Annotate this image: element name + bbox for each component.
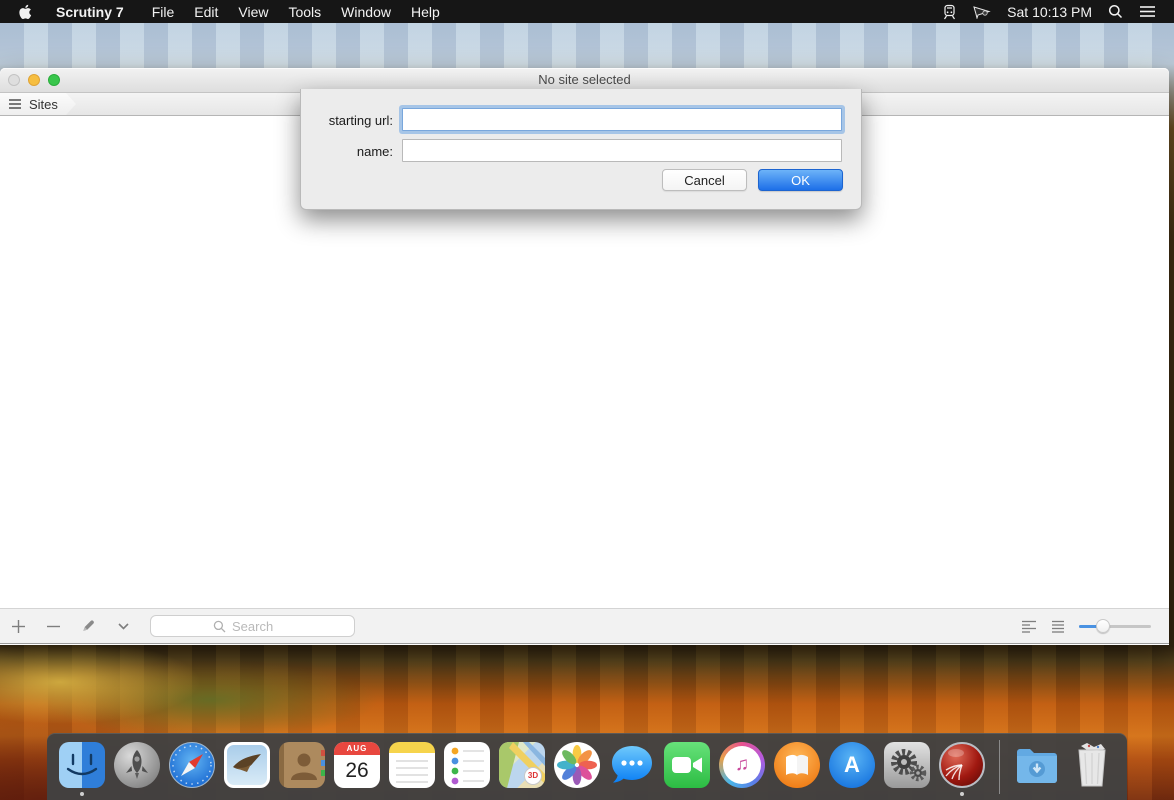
dock-item-downloads[interactable] — [1014, 742, 1060, 792]
contacts-icon — [279, 742, 325, 788]
list-menu-icon — [9, 99, 21, 109]
itunes-note-glyph: ♫ — [723, 746, 761, 784]
close-button[interactable] — [8, 74, 20, 86]
dock-item-reminders[interactable] — [444, 742, 490, 792]
safari-icon — [169, 742, 215, 788]
app-store-icon: A — [829, 742, 875, 788]
apple-menu-icon[interactable] — [18, 4, 32, 20]
ibooks-icon — [774, 742, 820, 788]
calendar-day: 26 — [334, 755, 380, 786]
dock-item-facetime[interactable] — [664, 742, 710, 792]
itunes-icon: ♫ — [719, 742, 765, 788]
menu-edit[interactable]: Edit — [184, 4, 228, 20]
minimize-button[interactable] — [28, 74, 40, 86]
dock-item-notes[interactable] — [389, 742, 435, 792]
row-size-small-icon[interactable] — [1021, 620, 1037, 633]
slider-knob[interactable] — [1096, 619, 1110, 633]
menu-help[interactable]: Help — [401, 4, 450, 20]
trash-icon — [1069, 742, 1115, 788]
train-icon[interactable] — [942, 4, 957, 20]
paper-plane-icon[interactable] — [973, 4, 991, 19]
starting-url-input[interactable] — [403, 109, 841, 130]
dock-item-calendar[interactable]: AUG 26 — [334, 742, 380, 792]
menu-window[interactable]: Window — [331, 4, 401, 20]
facetime-icon — [664, 742, 710, 788]
finder-icon — [59, 742, 105, 788]
ok-button[interactable]: OK — [758, 169, 843, 191]
menu-bar-clock[interactable]: Sat 10:13 PM — [1007, 4, 1092, 20]
menu-bar: Scrutiny 7 File Edit View Tools Window H… — [0, 0, 1174, 23]
dock-item-launchpad[interactable] — [114, 742, 160, 792]
spotlight-search-icon[interactable] — [1108, 4, 1123, 19]
dock-item-contacts[interactable] — [279, 742, 325, 792]
dock-item-photos[interactable] — [554, 742, 600, 792]
dock-item-messages[interactable] — [609, 742, 655, 792]
dock-separator — [999, 740, 1000, 794]
zoom-button[interactable] — [48, 74, 60, 86]
dock-item-maps[interactable]: 3D — [499, 742, 545, 792]
dock-item-ibooks[interactable] — [774, 742, 820, 792]
notification-center-icon[interactable] — [1139, 5, 1156, 18]
dock-item-itunes[interactable]: ♫ — [719, 742, 765, 792]
menu-view[interactable]: View — [228, 4, 278, 20]
search-icon — [213, 620, 226, 633]
scrutiny-icon — [939, 742, 985, 788]
maps-3d-badge: 3D — [524, 767, 542, 785]
starting-url-label: starting url: — [301, 113, 393, 128]
reminders-icon — [444, 742, 490, 788]
bottom-toolbar — [0, 608, 1169, 644]
remove-icon[interactable] — [45, 616, 61, 636]
maps-icon: 3D — [499, 742, 545, 788]
starting-url-field[interactable] — [402, 108, 842, 131]
running-indicator — [960, 792, 964, 796]
dock-item-scrutiny[interactable] — [939, 742, 985, 792]
dock-item-system-preferences[interactable] — [884, 742, 930, 792]
cancel-button[interactable]: Cancel — [662, 169, 747, 191]
menu-tools[interactable]: Tools — [278, 4, 331, 20]
name-label: name: — [301, 144, 393, 159]
pencil-icon[interactable] — [80, 616, 96, 636]
dock-item-finder[interactable] — [59, 742, 105, 792]
dock-item-mail[interactable] — [224, 742, 270, 792]
new-site-sheet: starting url: name: Cancel OK — [300, 89, 862, 210]
dock-item-trash[interactable] — [1069, 742, 1115, 792]
running-indicator — [80, 792, 84, 796]
chevron-down-icon[interactable] — [115, 616, 131, 636]
mail-icon — [224, 742, 270, 788]
menu-file[interactable]: File — [142, 4, 185, 20]
search-input[interactable] — [150, 615, 355, 637]
calendar-icon: AUG 26 — [334, 742, 380, 788]
calendar-month: AUG — [334, 742, 380, 755]
name-field[interactable] — [402, 139, 842, 162]
dock-item-safari[interactable] — [169, 742, 215, 792]
messages-icon — [609, 742, 655, 788]
dock: AUG 26 3D ♫ — [47, 733, 1127, 800]
search-text-field[interactable] — [230, 618, 292, 635]
row-height-slider[interactable] — [1079, 619, 1151, 633]
dock-item-app-store[interactable]: A — [829, 742, 875, 792]
downloads-folder-icon — [1014, 742, 1060, 788]
app-menu-title[interactable]: Scrutiny 7 — [46, 4, 134, 20]
launchpad-icon — [114, 742, 160, 788]
row-size-large-icon[interactable] — [1051, 620, 1065, 633]
system-preferences-icon — [884, 742, 930, 788]
photos-icon — [554, 742, 600, 788]
path-bar-root-label: Sites — [29, 97, 58, 112]
path-bar-sites-tab[interactable]: Sites — [0, 93, 76, 115]
notes-icon — [389, 742, 435, 788]
name-input[interactable] — [403, 140, 841, 161]
add-icon[interactable] — [10, 616, 26, 636]
